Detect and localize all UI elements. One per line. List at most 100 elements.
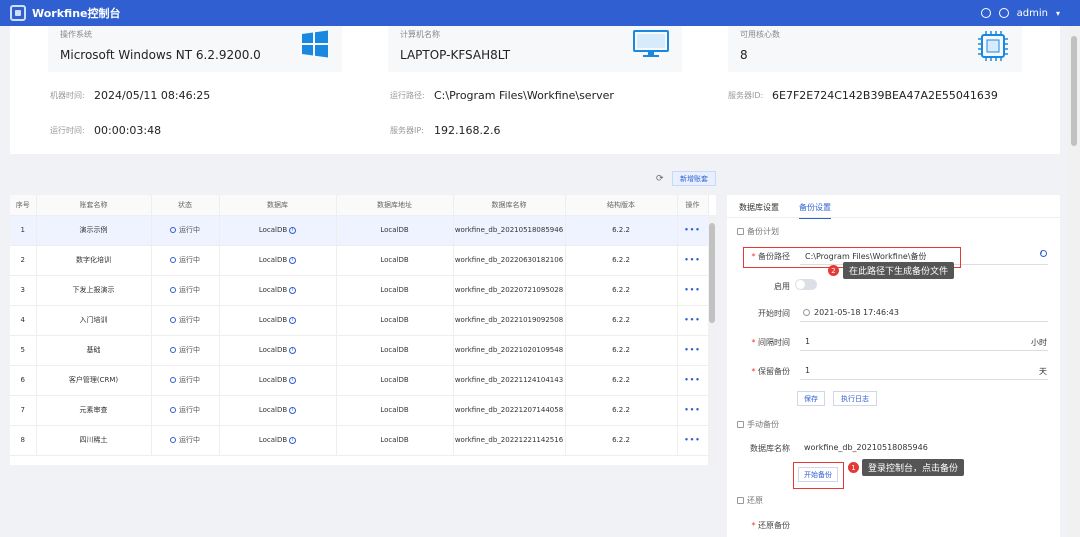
server-ip-label: 服务器IP: <box>390 126 424 135</box>
cell-status: 运行中 <box>151 275 220 306</box>
chevron-down-icon[interactable]: ▾ <box>1056 9 1060 18</box>
info-icon[interactable]: i <box>289 226 297 234</box>
table-row[interactable]: 4 入门培训 运行中 LocalDB i LocalDB workfine_db_20221… <box>10 305 709 336</box>
start-time-value: 2021-05-18 17:46:43 <box>814 308 899 317</box>
cell-status-text: 运行中 <box>179 376 200 384</box>
cell-status: 运行中 <box>151 395 220 426</box>
refresh-icon[interactable]: ⟳ <box>656 174 664 184</box>
cell-addr: LocalDB <box>336 365 454 396</box>
clock-icon <box>803 309 810 316</box>
backup-plan-title: 备份计划 <box>747 227 779 236</box>
manual-backup-section: 手动备份 <box>737 419 779 430</box>
table-row[interactable]: 1 演示示例 运行中 LocalDB i LocalDB workfine_db_20210… <box>10 215 709 246</box>
cell-dbname: workfine_db_20221020109548 <box>453 335 566 366</box>
server-id: 服务器ID: 6E7F2E724C142B39BEA47A2E55041639 <box>728 89 998 102</box>
cell-addr: LocalDB <box>336 395 454 426</box>
machine-time: 机器时间: 2024/05/11 08:46:25 <box>50 89 210 102</box>
info-icon[interactable]: i <box>289 346 297 354</box>
cell-no: 5 <box>10 335 37 366</box>
table-row[interactable]: 5 基础 运行中 LocalDB i LocalDB workfine_db_2022102… <box>10 335 709 366</box>
start-time-field[interactable]: 2021-05-18 17:46:43 <box>803 308 899 317</box>
more-icon[interactable]: ••• <box>684 436 700 444</box>
keep-underline <box>800 379 1048 380</box>
cell-ops[interactable]: ••• <box>677 215 709 246</box>
cell-ops[interactable]: ••• <box>677 425 709 456</box>
table-scrollbar-thumb[interactable] <box>709 223 715 323</box>
cell-name: 下发上报演示 <box>36 275 152 306</box>
cell-ops[interactable]: ••• <box>677 245 709 276</box>
page-scrollbar[interactable] <box>1068 26 1080 537</box>
cpu-icon <box>978 31 1008 61</box>
more-icon[interactable]: ••• <box>684 376 700 384</box>
keep-input[interactable]: 1 <box>805 366 810 375</box>
info-icon[interactable]: i <box>289 406 297 414</box>
more-icon[interactable]: ••• <box>684 406 700 414</box>
cell-ops[interactable]: ••• <box>677 395 709 426</box>
cell-status-text: 运行中 <box>179 226 200 234</box>
user-menu[interactable]: admin <box>1017 8 1048 19</box>
table-row[interactable]: 7 元素审查 运行中 LocalDB i LocalDB workfine_db_20221… <box>10 395 709 426</box>
more-icon[interactable]: ••• <box>684 316 700 324</box>
windows-icon <box>302 30 328 58</box>
info-icon[interactable]: i <box>289 436 297 444</box>
col-header-db: 数据库 <box>219 195 337 216</box>
info-icon[interactable]: i <box>289 316 297 324</box>
more-icon[interactable]: ••• <box>684 256 700 264</box>
db-name-label: 数据库名称 <box>750 444 790 453</box>
globe-icon[interactable] <box>998 8 1009 18</box>
cell-addr: LocalDB <box>336 305 454 336</box>
cell-addr: LocalDB <box>336 335 454 366</box>
info-icon[interactable]: i <box>289 286 297 294</box>
page-scrollbar-thumb[interactable] <box>1071 36 1077 146</box>
computer-name-card: 计算机名称 LAPTOP-KFSAH8LT <box>388 26 682 72</box>
status-icon <box>170 377 176 383</box>
section-icon <box>737 228 744 235</box>
save-button[interactable]: 保存 <box>797 391 825 406</box>
table-row[interactable]: 2 数字化培训 运行中 LocalDB i LocalDB workfine_db_2022… <box>10 245 709 276</box>
table-row[interactable]: 3 下发上报演示 运行中 LocalDB i LocalDB workfine_db_202… <box>10 275 709 306</box>
start-time-label: 开始时间 <box>758 309 790 318</box>
table-scrollbar[interactable] <box>708 215 716 465</box>
interval-input[interactable]: 1 <box>805 337 810 346</box>
info-icon[interactable]: i <box>289 376 297 384</box>
app-logo-icon <box>10 5 26 21</box>
col-header-ops: 操作 <box>677 195 709 216</box>
server-info-panel: 操作系统 Microsoft Windows NT 6.2.9200.0 计算机… <box>10 26 1060 154</box>
cell-no: 4 <box>10 305 37 336</box>
cell-db: LocalDB i <box>219 425 337 456</box>
cell-db: LocalDB i <box>219 275 337 306</box>
machine-time-value: 2024/05/11 08:46:25 <box>94 89 211 102</box>
col-header-name: 账套名称 <box>36 195 152 216</box>
table-header-row: 序号 账套名称 状态 数据库 数据库地址 数据库名称 结构版本 操作 <box>10 195 709 216</box>
cores-label: 可用核心数 <box>740 30 780 39</box>
more-icon[interactable]: ••• <box>684 226 700 234</box>
interval-label-text: 间隔时间 <box>758 338 790 347</box>
execution-log-button[interactable]: 执行日志 <box>833 391 877 406</box>
cell-ops[interactable]: ••• <box>677 335 709 366</box>
enable-toggle[interactable] <box>795 279 817 290</box>
table-row[interactable]: 6 客户管理(CRM) 运行中 LocalDB i LocalDB workfine_db_… <box>10 365 709 396</box>
cell-ops[interactable]: ••• <box>677 305 709 336</box>
cell-ops[interactable]: ••• <box>677 275 709 306</box>
cell-version: 6.2.2 <box>565 245 678 276</box>
status-icon <box>170 287 176 293</box>
restore-section: 还原 <box>737 495 763 506</box>
restore-title: 还原 <box>747 496 763 505</box>
cell-version: 6.2.2 <box>565 275 678 306</box>
cell-ops[interactable]: ••• <box>677 365 709 396</box>
status-icon <box>170 317 176 323</box>
add-account-button[interactable]: 新增账套 <box>672 171 716 186</box>
more-icon[interactable]: ••• <box>684 346 700 354</box>
restore-backup-label-text: 还原备份 <box>758 521 790 530</box>
col-header-dbname: 数据库名称 <box>453 195 566 216</box>
cell-status: 运行中 <box>151 335 220 366</box>
table-row[interactable]: 8 四川稀土 运行中 LocalDB i LocalDB workfine_db_20221… <box>10 425 709 456</box>
cell-db-text: LocalDB <box>258 406 288 414</box>
theme-icon[interactable] <box>980 8 991 18</box>
info-icon[interactable]: i <box>289 256 297 264</box>
os-value: Microsoft Windows NT 6.2.9200.0 <box>60 48 261 62</box>
cell-dbname: workfine_db_20221221142516 <box>453 425 566 456</box>
server-ip: 服务器IP: 192.168.2.6 <box>390 124 500 137</box>
more-icon[interactable]: ••• <box>684 286 700 294</box>
info-icon[interactable]: i <box>1040 250 1047 257</box>
